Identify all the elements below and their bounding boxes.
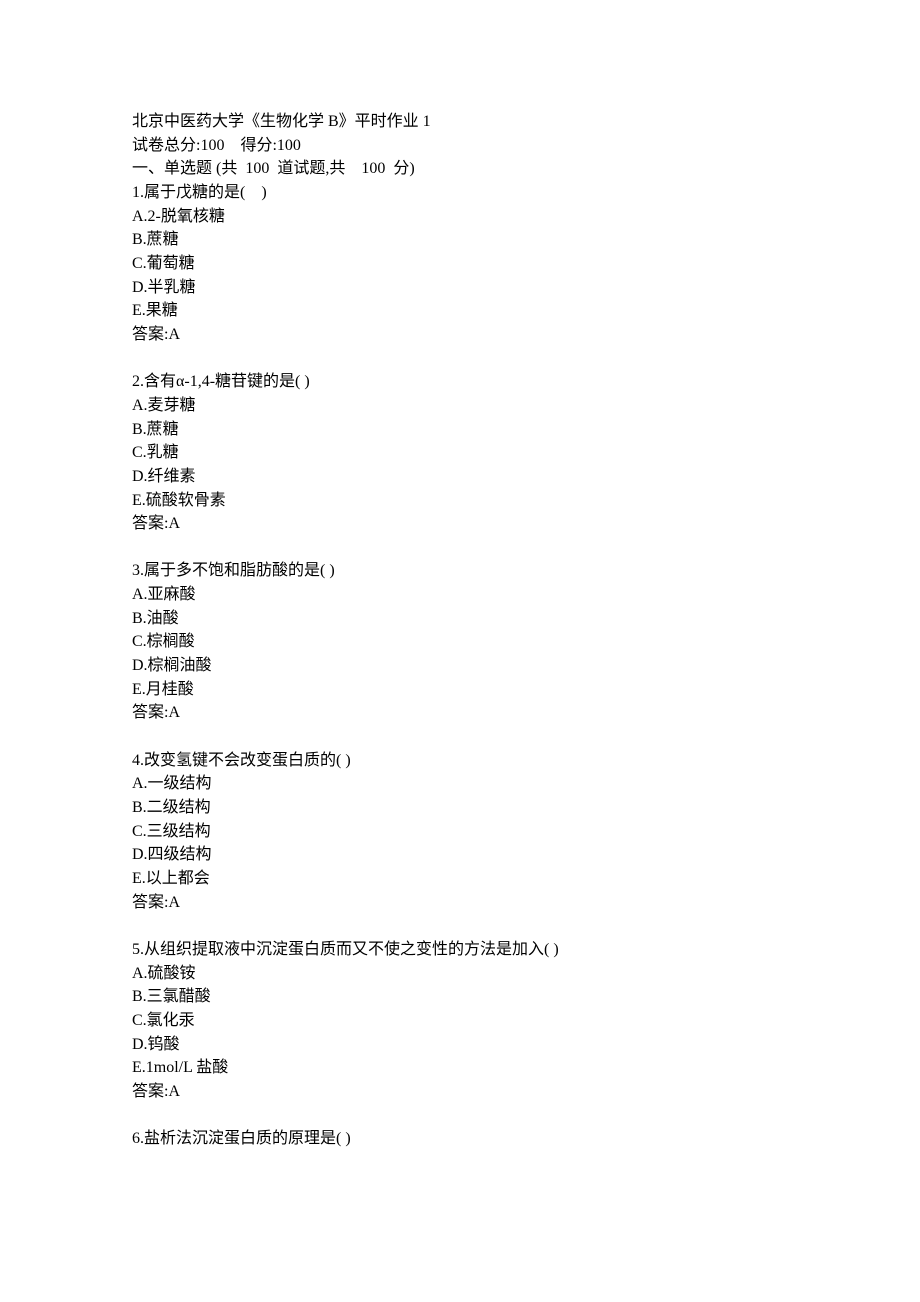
question-answer: 答案:A (132, 891, 788, 915)
question-stem: 5.从组织提取液中沉淀蛋白质而又不使之变性的方法是加入( ) (132, 938, 788, 962)
question-option: C.乳糖 (132, 441, 788, 465)
question-stem: 6.盐析法沉淀蛋白质的原理是( ) (132, 1127, 788, 1151)
question-option: B.蔗糖 (132, 418, 788, 442)
question-option: C.棕榈酸 (132, 630, 788, 654)
question-option: D.纤维素 (132, 465, 788, 489)
question-option: D.棕榈油酸 (132, 654, 788, 678)
question-option: A.2-脱氧核糖 (132, 205, 788, 229)
question-option: E.果糖 (132, 299, 788, 323)
question-block: 3.属于多不饱和脂肪酸的是( ) A.亚麻酸 B.油酸 C.棕榈酸 D.棕榈油酸… (132, 559, 788, 725)
question-option: E.1mol/L 盐酸 (132, 1056, 788, 1080)
question-block: 1.属于戊糖的是( ) A.2-脱氧核糖 B.蔗糖 C.葡萄糖 D.半乳糖 E.… (132, 181, 788, 347)
question-block: 6.盐析法沉淀蛋白质的原理是( ) (132, 1127, 788, 1151)
question-stem: 4.改变氢键不会改变蛋白质的( ) (132, 749, 788, 773)
question-option: D.四级结构 (132, 843, 788, 867)
question-option: A.硫酸铵 (132, 962, 788, 986)
question-option: D.半乳糖 (132, 276, 788, 300)
question-stem: 2.含有α-1,4-糖苷键的是( ) (132, 370, 788, 394)
question-option: D.钨酸 (132, 1033, 788, 1057)
question-option: B.二级结构 (132, 796, 788, 820)
question-option: A.一级结构 (132, 772, 788, 796)
section-title: 一、单选题 (共 100 道试题,共 100 分) (132, 157, 788, 181)
question-answer: 答案:A (132, 512, 788, 536)
question-option: B.三氯醋酸 (132, 985, 788, 1009)
document-header: 北京中医药大学《生物化学 B》平时作业 1 试卷总分:100 得分:100 一、… (132, 110, 788, 347)
question-option: E.月桂酸 (132, 678, 788, 702)
question-stem: 1.属于戊糖的是( ) (132, 181, 788, 205)
document-title: 北京中医药大学《生物化学 B》平时作业 1 (132, 110, 788, 134)
question-option: C.三级结构 (132, 820, 788, 844)
question-answer: 答案:A (132, 701, 788, 725)
question-block: 2.含有α-1,4-糖苷键的是( ) A.麦芽糖 B.蔗糖 C.乳糖 D.纤维素… (132, 370, 788, 536)
question-answer: 答案:A (132, 1080, 788, 1104)
question-answer: 答案:A (132, 323, 788, 347)
question-option: C.葡萄糖 (132, 252, 788, 276)
question-option: A.麦芽糖 (132, 394, 788, 418)
score-line: 试卷总分:100 得分:100 (132, 134, 788, 158)
question-block: 4.改变氢键不会改变蛋白质的( ) A.一级结构 B.二级结构 C.三级结构 D… (132, 749, 788, 915)
question-option: C.氯化汞 (132, 1009, 788, 1033)
question-option: B.油酸 (132, 607, 788, 631)
question-option: E.硫酸软骨素 (132, 489, 788, 513)
question-stem: 3.属于多不饱和脂肪酸的是( ) (132, 559, 788, 583)
question-option: A.亚麻酸 (132, 583, 788, 607)
question-option: E.以上都会 (132, 867, 788, 891)
question-block: 5.从组织提取液中沉淀蛋白质而又不使之变性的方法是加入( ) A.硫酸铵 B.三… (132, 938, 788, 1104)
question-option: B.蔗糖 (132, 228, 788, 252)
